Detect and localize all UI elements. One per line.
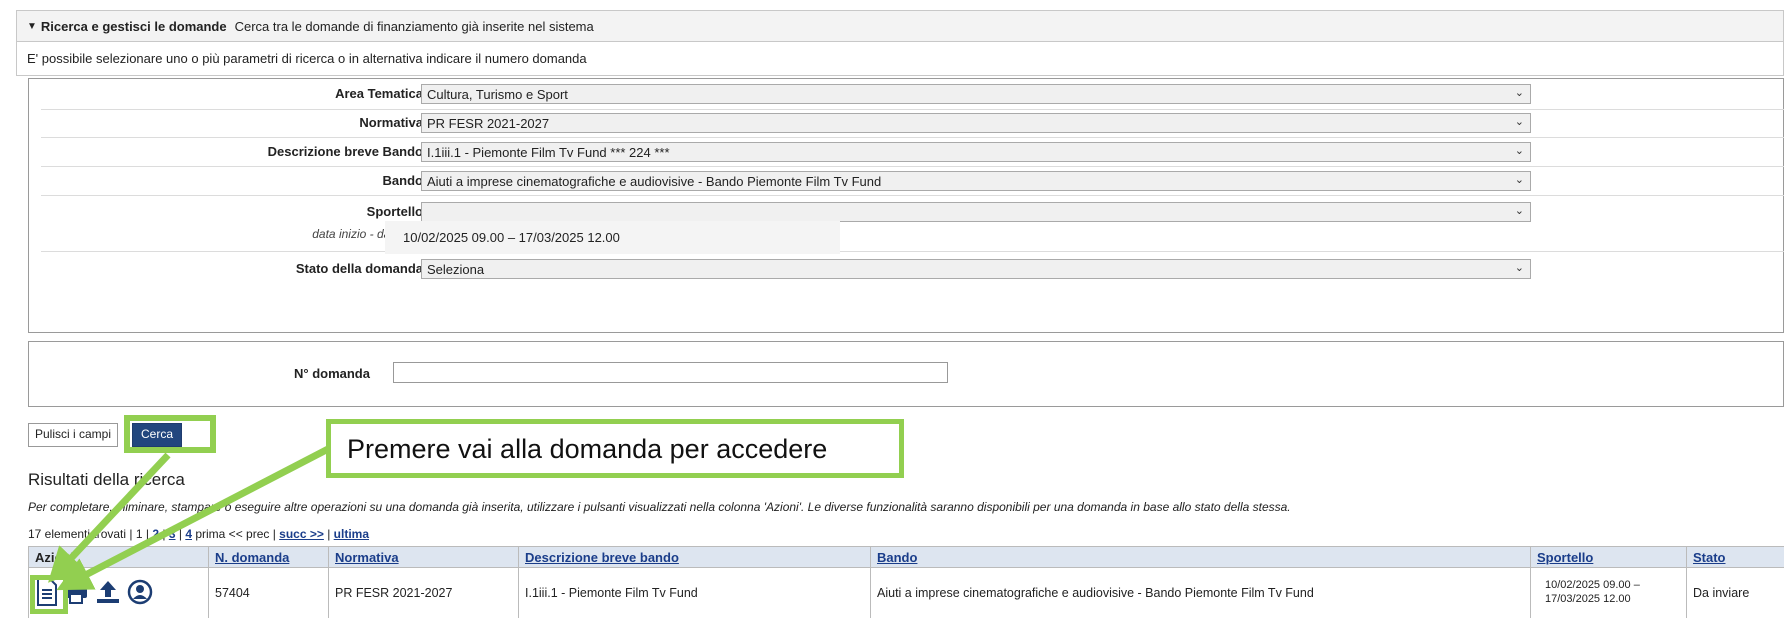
col-bando[interactable]: Bando: [871, 547, 1531, 568]
chevron-down-icon: ⌄: [1514, 205, 1524, 217]
area-tematica-label: Area Tematica: [335, 86, 423, 101]
cell-normativa: PR FESR 2021-2027: [329, 568, 519, 618]
page-current: 1: [135, 527, 143, 541]
chevron-down-icon: ⌄: [1514, 145, 1524, 157]
clear-button[interactable]: Pulisci i campi: [28, 423, 119, 447]
cell-stato: Da inviare: [1693, 586, 1750, 600]
bando-select[interactable]: Aiuti a imprese cinematografiche e audio…: [421, 171, 1531, 191]
page-link-3[interactable]: 3: [169, 527, 176, 541]
col-n-domanda[interactable]: N. domanda: [209, 547, 329, 568]
area-tematica-value: Cultura, Turismo e Sport: [427, 87, 568, 102]
chevron-down-icon: ⌄: [1514, 262, 1524, 274]
table-row: 57404 PR FESR 2021-2027 I.1iii.1 - Piemo…: [29, 568, 1784, 618]
bando-value: Aiuti a imprese cinematografiche e audio…: [427, 174, 882, 189]
first-prev-label: prima << prec |: [195, 527, 276, 541]
results-count: 17 elementi trovati: [28, 527, 127, 541]
last-page-link[interactable]: ultima: [334, 527, 369, 541]
normativa-label: Normativa: [359, 115, 423, 130]
sportello-select[interactable]: ⌄: [421, 202, 1531, 222]
search-button-highlight: [124, 415, 216, 453]
cell-n-domanda: 57404: [209, 568, 329, 618]
bando-label: Bando: [382, 173, 423, 188]
ndomanda-input[interactable]: [393, 362, 948, 383]
cell-sportello: 10/02/2025 09.00 – 17/03/2025 12.00: [1531, 568, 1687, 618]
stato-label: Stato della domanda: [295, 261, 423, 276]
sportello-date-overlay: 10/02/2025 09.00 – 17/03/2025 12.00: [385, 221, 840, 254]
col-stato[interactable]: Stato: [1687, 547, 1784, 568]
intro-text: E' possibile selezionare uno o più param…: [16, 42, 1784, 76]
ndomanda-panel: N° domanda: [28, 341, 1784, 407]
document-icon-highlight: [30, 575, 68, 614]
row-stato: Stato della domanda Seleziona ⌄: [41, 252, 1784, 282]
results-table: Azioni N. domanda Normativa Descrizione …: [28, 546, 1784, 618]
callout-box: Premere vai alla domanda per accedere: [326, 419, 904, 478]
page-link-2[interactable]: 2: [152, 527, 159, 541]
table-header: Azioni N. domanda Normativa Descrizione …: [29, 546, 1784, 568]
descrizione-bando-label: Descrizione breve Bando: [267, 144, 423, 159]
section-title: Ricerca e gestisci le domande: [40, 18, 227, 34]
results-description: Per completare, eliminare, stampare o es…: [28, 500, 1291, 514]
upload-icon[interactable]: [95, 579, 121, 605]
col-normativa[interactable]: Normativa: [329, 547, 519, 568]
row-sportello: Sportello data inizio - data fine ⌄: [41, 196, 1784, 252]
descrizione-bando-select[interactable]: I.1iii.1 - Piemonte Film Tv Fund *** 224…: [421, 142, 1531, 162]
normativa-select[interactable]: PR FESR 2021-2027 ⌄: [421, 113, 1531, 133]
stato-select[interactable]: Seleziona ⌄: [421, 259, 1531, 279]
cell-bando: Aiuti a imprese cinematografiche e audio…: [871, 568, 1531, 618]
row-bando: Bando Aiuti a imprese cinematografiche e…: [41, 167, 1784, 196]
normativa-value: PR FESR 2021-2027: [427, 116, 550, 131]
section-header[interactable]: ▼ Ricerca e gestisci le domande Cerca tr…: [16, 10, 1784, 42]
area-tematica-select[interactable]: Cultura, Turismo e Sport ⌄: [421, 84, 1531, 104]
chevron-down-icon: ⌄: [1514, 116, 1524, 128]
col-azioni: Azioni: [29, 547, 209, 568]
row-area-tematica: Area Tematica Cultura, Turismo e Sport ⌄: [41, 79, 1784, 110]
col-sportello[interactable]: Sportello: [1531, 547, 1687, 568]
ndomanda-label: N° domanda: [294, 366, 370, 381]
sportello-label: Sportello: [366, 204, 423, 219]
cell-descrizione: I.1iii.1 - Piemonte Film Tv Fund: [519, 568, 871, 618]
col-descrizione[interactable]: Descrizione breve bando: [519, 547, 871, 568]
stato-value: Seleziona: [427, 262, 485, 277]
user-icon[interactable]: [127, 579, 153, 605]
chevron-down-icon: ⌄: [1514, 87, 1524, 99]
chevron-down-icon: ⌄: [1514, 174, 1524, 186]
next-page-link[interactable]: succ >>: [279, 527, 324, 541]
search-params-panel: Area Tematica Cultura, Turismo e Sport ⌄…: [28, 78, 1784, 333]
row-descrizione-bando: Descrizione breve Bando I.1iii.1 - Piemo…: [41, 138, 1784, 167]
results-title: Risultati della ricerca: [28, 470, 185, 489]
descrizione-bando-value: I.1iii.1 - Piemonte Film Tv Fund *** 224…: [427, 145, 670, 160]
page-link-4[interactable]: 4: [185, 527, 192, 541]
section-subtitle: Cerca tra le domande di finanziamento gi…: [234, 18, 594, 34]
row-normativa: Normativa PR FESR 2021-2027 ⌄: [41, 110, 1784, 138]
collapse-triangle-icon[interactable]: ▼: [27, 21, 37, 32]
pagination: 17 elementi trovati | 1 | 2 | 3 | 4 prim…: [28, 527, 370, 541]
